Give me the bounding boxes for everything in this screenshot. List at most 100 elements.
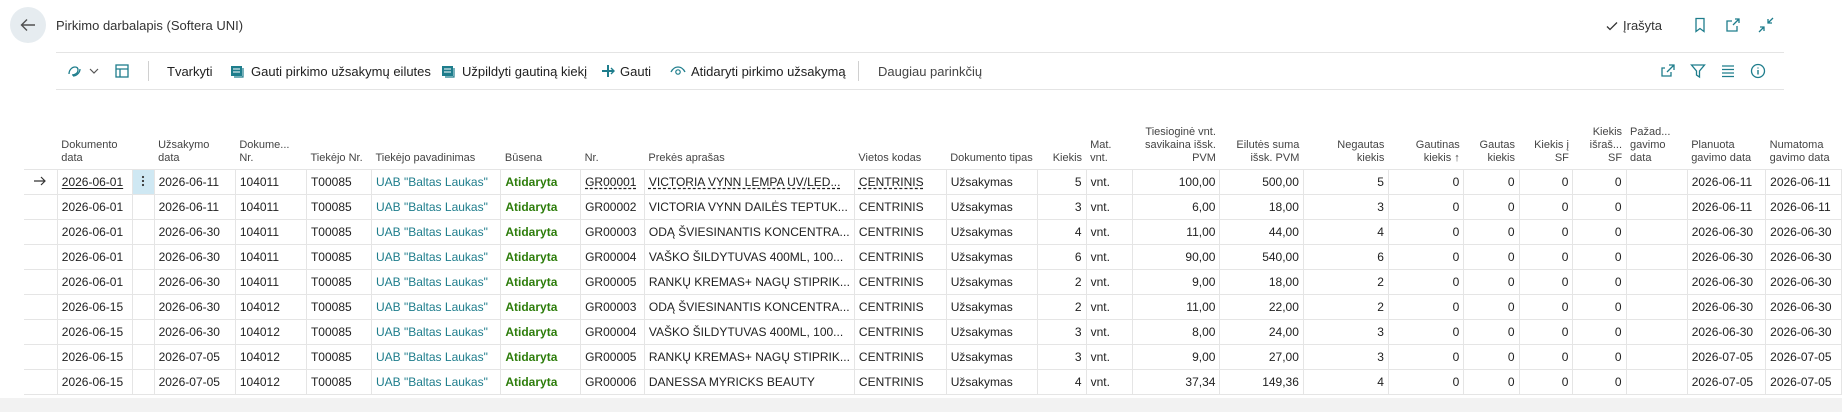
share-button[interactable] bbox=[1660, 53, 1676, 89]
vendor-name-cell[interactable]: UAB "Baltas Laukas" bbox=[371, 344, 502, 370]
cell[interactable]: 104011 bbox=[235, 194, 307, 220]
cell[interactable]: vnt. bbox=[1086, 369, 1134, 395]
cell[interactable]: 2026-06-15 bbox=[57, 294, 134, 320]
cell[interactable]: 0 bbox=[1463, 344, 1520, 370]
cell[interactable]: Užsakymas bbox=[946, 344, 1039, 370]
cell[interactable]: vnt. bbox=[1086, 269, 1134, 295]
cell[interactable]: 18,00 bbox=[1219, 269, 1304, 295]
cell[interactable]: CENTRINIS bbox=[854, 369, 947, 395]
cell[interactable]: 100,00 bbox=[1132, 169, 1221, 195]
cell[interactable]: 2026-06-01 bbox=[57, 169, 134, 195]
cell[interactable]: 0 bbox=[1572, 319, 1627, 345]
cell[interactable]: T00085 bbox=[306, 269, 372, 295]
cell[interactable]: CENTRINIS bbox=[854, 169, 947, 195]
cell[interactable]: 18,00 bbox=[1219, 194, 1304, 220]
info-button[interactable] bbox=[1750, 53, 1766, 89]
cell[interactable]: 11,00 bbox=[1132, 219, 1221, 245]
cell[interactable]: 6,00 bbox=[1132, 194, 1221, 220]
cell[interactable]: 2026-07-05 bbox=[154, 344, 236, 370]
column-header[interactable]: Eilutės suma išsk. PVM bbox=[1220, 100, 1303, 170]
cell[interactable]: 2026-06-11 bbox=[1765, 169, 1842, 195]
table-row[interactable]: 2026-06-15 2026-06-30 104012 T00085 UAB … bbox=[24, 294, 1842, 320]
cell[interactable] bbox=[1626, 244, 1688, 270]
cell[interactable]: 2026-07-05 bbox=[154, 369, 236, 395]
cell[interactable]: 0 bbox=[1519, 194, 1574, 220]
table-row[interactable]: 2026-06-01 2026-06-30 104011 T00085 UAB … bbox=[24, 269, 1842, 295]
cell[interactable]: 2026-06-30 bbox=[1765, 294, 1842, 320]
column-header[interactable]: Tiekėjo Nr. bbox=[306, 100, 371, 170]
cell[interactable]: 0 bbox=[1388, 244, 1465, 270]
cell[interactable] bbox=[1626, 169, 1688, 195]
cell[interactable]: 0 bbox=[1463, 169, 1520, 195]
cell[interactable]: GR00005 bbox=[580, 269, 645, 295]
vendor-name-cell[interactable]: UAB "Baltas Laukas" bbox=[371, 244, 502, 270]
cell[interactable]: Užsakymas bbox=[946, 169, 1039, 195]
cell[interactable]: 2026-06-11 bbox=[154, 169, 236, 195]
cell[interactable]: T00085 bbox=[306, 194, 372, 220]
cell[interactable]: 2026-06-30 bbox=[154, 319, 236, 345]
cell[interactable]: 2026-06-30 bbox=[1687, 294, 1767, 320]
column-header[interactable]: Nr. bbox=[581, 100, 645, 170]
cell[interactable]: 0 bbox=[1519, 344, 1574, 370]
cell[interactable]: 6 bbox=[1037, 244, 1087, 270]
table-row[interactable]: 2026-06-01 2026-06-11 104011 T00085 UAB … bbox=[24, 194, 1842, 220]
cell[interactable]: 2026-06-30 bbox=[154, 219, 236, 245]
cell[interactable]: 0 bbox=[1519, 244, 1574, 270]
back-button[interactable] bbox=[10, 7, 46, 43]
cell[interactable]: 149,36 bbox=[1219, 369, 1304, 395]
column-header[interactable]: Kiekis bbox=[1038, 100, 1086, 170]
column-header[interactable]: Numatoma gavimo data bbox=[1766, 100, 1842, 170]
open-purchase-order-action[interactable]: Atidaryti pirkimo užsakymą bbox=[670, 53, 846, 89]
cell[interactable]: 2 bbox=[1037, 269, 1087, 295]
cell[interactable]: Užsakymas bbox=[946, 369, 1039, 395]
cell[interactable]: 0 bbox=[1388, 194, 1465, 220]
cell[interactable]: T00085 bbox=[306, 244, 372, 270]
column-header[interactable]: Negautas kiekis bbox=[1303, 100, 1388, 170]
cell[interactable]: 2026-06-30 bbox=[1687, 244, 1767, 270]
filter-button[interactable] bbox=[1690, 53, 1706, 89]
cell[interactable]: CENTRINIS bbox=[854, 244, 947, 270]
cell[interactable]: 0 bbox=[1519, 269, 1574, 295]
cell[interactable]: 2026-06-30 bbox=[1765, 319, 1842, 345]
cell[interactable]: 2 bbox=[1303, 269, 1389, 295]
location-code-field[interactable]: CENTRINIS bbox=[859, 175, 924, 189]
cell[interactable]: 9,00 bbox=[1132, 344, 1221, 370]
cell[interactable]: 0 bbox=[1572, 344, 1627, 370]
column-header[interactable]: Dokumento data bbox=[57, 100, 133, 170]
cell[interactable]: VAŠKO ŠILDYTUVAS 400ML, 100... bbox=[644, 319, 855, 345]
document-date-field[interactable]: 2026-06-01 bbox=[62, 175, 123, 189]
list-view-button[interactable] bbox=[1720, 53, 1736, 89]
cell[interactable]: 0 bbox=[1463, 294, 1520, 320]
cell[interactable]: RANKŲ KREMAS+ NAGŲ STIPRIK... bbox=[644, 269, 855, 295]
cell[interactable]: 104011 bbox=[235, 219, 307, 245]
cell[interactable]: 2026-06-30 bbox=[1765, 219, 1842, 245]
cell[interactable]: 2026-07-05 bbox=[1687, 344, 1767, 370]
cell[interactable]: 2026-06-01 bbox=[57, 269, 134, 295]
cell[interactable]: CENTRINIS bbox=[854, 269, 947, 295]
cell[interactable]: RANKŲ KREMAS+ NAGŲ STIPRIK... bbox=[644, 344, 855, 370]
cell[interactable]: vnt. bbox=[1086, 319, 1134, 345]
cell[interactable]: 2026-06-01 bbox=[57, 219, 134, 245]
column-header[interactable]: Kiekis į SF bbox=[1519, 100, 1573, 170]
cell[interactable]: 104012 bbox=[235, 369, 307, 395]
cell[interactable]: T00085 bbox=[306, 344, 372, 370]
cell[interactable]: T00085 bbox=[306, 169, 372, 195]
cell[interactable]: 3 bbox=[1037, 319, 1087, 345]
cell[interactable]: 5 bbox=[1037, 169, 1087, 195]
cell[interactable]: 2026-06-15 bbox=[57, 319, 134, 345]
cell[interactable]: 104012 bbox=[235, 294, 307, 320]
cell[interactable]: 0 bbox=[1572, 194, 1627, 220]
cell[interactable]: 0 bbox=[1519, 219, 1574, 245]
cell[interactable]: 0 bbox=[1572, 244, 1627, 270]
column-header[interactable]: Mat. vnt. bbox=[1086, 100, 1133, 170]
cell[interactable]: 0 bbox=[1388, 169, 1465, 195]
cell[interactable]: 0 bbox=[1388, 294, 1465, 320]
cell[interactable]: 104011 bbox=[235, 269, 307, 295]
cell[interactable]: 0 bbox=[1388, 319, 1465, 345]
cell[interactable] bbox=[1626, 369, 1688, 395]
cell[interactable]: 2026-06-30 bbox=[1687, 319, 1767, 345]
cell[interactable]: 3 bbox=[1037, 344, 1087, 370]
cell[interactable]: 4 bbox=[1303, 369, 1389, 395]
more-options-action[interactable]: Daugiau parinkčių bbox=[878, 53, 982, 89]
cell[interactable]: 0 bbox=[1388, 369, 1465, 395]
